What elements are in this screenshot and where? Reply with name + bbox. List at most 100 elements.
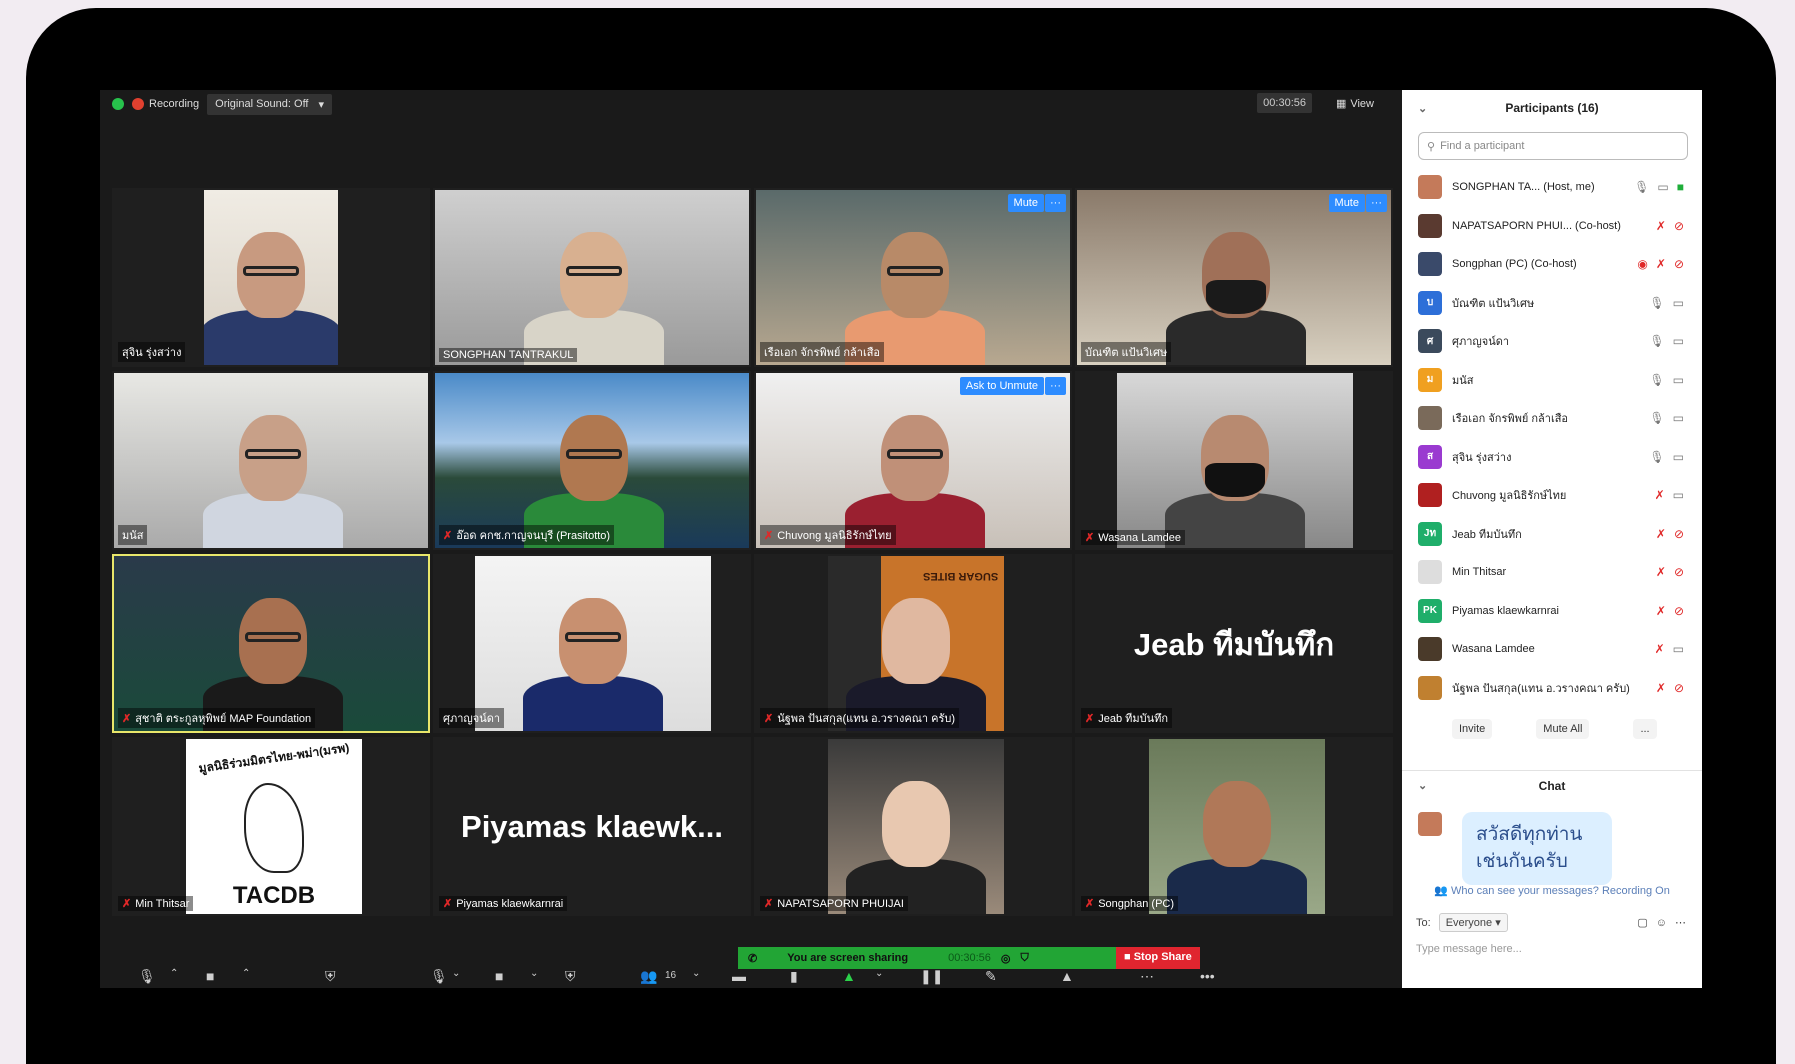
video-tile[interactable]: ✗ สุชาติ ตระกูลหุพิพย์ MAP Foundation: [112, 554, 430, 733]
chat-bubble: สวัสดีทุกท่าน เช่นกันครับ: [1462, 812, 1612, 886]
video-tile[interactable]: Jeab ทีมบันทึก ✗ Jeab ทีมบันทึก: [1075, 554, 1393, 733]
avatar: [1418, 812, 1442, 836]
video-tile[interactable]: ✗ อ๊อด คกช.กาญจนบุรี (Prasitotto): [433, 371, 751, 550]
participant-name: ศุภาญจน์ดา: [443, 713, 501, 725]
muted-mic-icon: ✗: [443, 898, 453, 910]
participant-row[interactable]: PK Piyamas klaewkarnrai ✗ ⊘: [1418, 592, 1702, 631]
more-icon[interactable]: •••: [1200, 968, 1215, 984]
video-tile[interactable]: SONGPHAN TANTRAKUL: [433, 188, 751, 367]
muted-mic-icon: ✗: [1655, 565, 1666, 580]
chat-recipient-row: To: Everyone ▾ ▢ ☺ ⋯: [1416, 913, 1686, 932]
share-screen-icon[interactable]: ▲: [842, 968, 856, 984]
meeting-toolbar: 🎙 ⌃ ■ ⌃ ⛨ 🎙 ⌄ ■ ⌄ ⛨ 👥 16 ⌄ ▬ ▮ ▲ ⌄ ❚❚ ✎ …: [100, 968, 1400, 988]
participant-row[interactable]: สสุจิน รุ่งสว่าง 🎙 ▭: [1418, 438, 1702, 477]
participant-name: NAPATSAPORN PHUIJAI: [777, 897, 904, 910]
muted-mic-icon: ✗: [1655, 603, 1666, 618]
video-tile[interactable]: SUGAR BITES ✗ นัฐพล ปันสกุล(แทน อ.วรางคณา …: [754, 554, 1072, 733]
more-button[interactable]: ...: [1633, 719, 1657, 739]
security-icon[interactable]: ⛨: [565, 968, 576, 985]
chevron-down-icon[interactable]: ⌄: [1418, 102, 1427, 115]
microphone-icon: 🎙: [1649, 334, 1665, 349]
polls-icon[interactable]: ▮: [790, 968, 798, 985]
chevron-up-icon[interactable]: ⌃: [170, 968, 178, 979]
emoji-icon[interactable]: ☺: [1656, 917, 1667, 929]
participant-status-icons: ✗ ⊘: [1656, 604, 1684, 618]
recipient-select[interactable]: Everyone ▾: [1438, 913, 1508, 932]
participant-row[interactable]: Min Thitsar ✗ ⊘: [1418, 553, 1702, 592]
participant-row[interactable]: Chuvong มูลนิธิรักษ์ไทย ✗ ▭: [1418, 476, 1702, 515]
participants-icon[interactable]: 👥: [640, 968, 657, 985]
security-icon[interactable]: ⛨: [325, 968, 336, 985]
mute-all-button[interactable]: Mute All: [1536, 719, 1590, 739]
shield-icon[interactable]: [112, 98, 124, 110]
more-icon[interactable]: ⋯: [1675, 916, 1686, 929]
video-camera-icon[interactable]: ■: [495, 968, 503, 984]
mute-button[interactable]: Mute: [1007, 194, 1044, 212]
video-tile[interactable]: Mute ··· เรือเอก จักรพิพย์ กล้าเสือ: [754, 188, 1072, 367]
chevron-down-icon[interactable]: ⌄: [875, 968, 883, 979]
glasses: [245, 632, 301, 642]
chevron-down-icon[interactable]: ⌄: [1418, 779, 1427, 792]
video-tile[interactable]: Mute ··· บัณฑิต แป้นวิเศษ: [1075, 188, 1393, 367]
participant-row[interactable]: มมนัส 🎙 ▭: [1418, 361, 1702, 400]
microphone-icon[interactable]: 🎙: [430, 968, 448, 985]
video-camera-icon: ▭: [1672, 411, 1684, 426]
video-tile[interactable]: Ask to Unmute ··· ✗ Chuvong มูลนิธิรักษ์ไทย: [754, 371, 1072, 550]
participant-name: Jeab ทีมบันทึก: [1098, 713, 1169, 725]
file-icon[interactable]: ▢: [1637, 916, 1647, 929]
shield-icon[interactable]: ⛉: [1021, 952, 1029, 965]
more-options-icon[interactable]: ⋯: [1140, 968, 1154, 985]
chevron-up-icon[interactable]: ⌃: [242, 968, 250, 979]
video-tile[interactable]: มูลนิธิร่วมมิตรไทย-พม่า(มรพ) TACDB ✗ Min Th…: [112, 737, 430, 916]
avatar: [1418, 213, 1442, 238]
remote-control-icon[interactable]: ▲: [1060, 968, 1074, 984]
screen-sharing-bar[interactable]: ✆ You are screen sharing 00:30:56 ◎ ⛉: [738, 947, 1116, 969]
participant-row[interactable]: เรือเอก จักรพิพย์ กล้าเสือ 🎙 ▭: [1418, 399, 1702, 438]
recording-indicator[interactable]: Recording: [132, 98, 199, 110]
participant-name-label: ✗ Jeab ทีมบันทึก: [1081, 708, 1173, 728]
pause-icon[interactable]: ◎: [1001, 952, 1011, 965]
participant-row[interactable]: ศศุภาญจน์ดา 🎙 ▭: [1418, 322, 1702, 361]
video-tile[interactable]: สุจิน รุ่งสว่าง: [112, 188, 430, 367]
more-icon[interactable]: ···: [1045, 377, 1066, 395]
participant-row[interactable]: SONGPHAN TA... (Host, me) 🎙 ▭ ■: [1418, 168, 1702, 207]
pause-share-icon[interactable]: ❚❚: [920, 968, 943, 985]
video-tile[interactable]: ✗ Wasana Lamdee: [1075, 371, 1393, 550]
chat-input[interactable]: Type message here...: [1416, 943, 1522, 955]
chat-icon[interactable]: ▬: [732, 968, 746, 984]
mute-button[interactable]: Mute: [1328, 194, 1365, 212]
participant-name-label: สุจิน รุ่งสว่าง: [118, 342, 186, 362]
video-tile[interactable]: มนัส: [112, 371, 430, 550]
meeting-topbar: Recording Original Sound: Off ▾ 00:30:56…: [100, 90, 1400, 118]
chevron-down-icon[interactable]: ⌄: [530, 968, 538, 979]
participant-row[interactable]: Wasana Lamdee ✗ ▭: [1418, 630, 1702, 669]
video-camera-icon[interactable]: ■: [206, 968, 214, 984]
avatar: [1418, 175, 1442, 200]
stop-share-button[interactable]: ■ Stop Share: [1116, 947, 1200, 969]
participant-status-icons: 🎙 ▭: [1649, 334, 1684, 348]
participant-row[interactable]: Jท Jeab ทีมบันทึก ✗ ⊘: [1418, 515, 1702, 554]
participant-row[interactable]: NAPATSAPORN PHUI... (Co-host) ✗ ⊘: [1418, 207, 1702, 246]
video-tile[interactable]: Piyamas klaewk... ✗ Piyamas klaewkarnrai: [433, 737, 751, 916]
video-tile[interactable]: ✗ NAPATSAPORN PHUIJAI: [754, 737, 1072, 916]
phone-icon: ✆: [748, 952, 758, 965]
original-sound-button[interactable]: Original Sound: Off ▾: [207, 93, 333, 115]
participant-search[interactable]: ⚲ Find a participant: [1418, 132, 1688, 160]
microphone-icon[interactable]: 🎙: [138, 968, 156, 985]
view-button[interactable]: ▦ View: [1330, 93, 1380, 114]
annotate-icon[interactable]: ✎: [985, 968, 997, 985]
more-icon[interactable]: ···: [1045, 194, 1066, 212]
chevron-down-icon[interactable]: ⌄: [692, 968, 700, 979]
ask-to-unmute-button[interactable]: Ask to Unmute: [959, 377, 1044, 395]
participant-name-label: ✗ Wasana Lamdee: [1081, 530, 1185, 545]
participant-row[interactable]: Songphan (PC) (Co-host) ◉ ✗ ⊘: [1418, 245, 1702, 284]
participant-row[interactable]: นัฐพล ปันสกุล(แทน อ.วรางคณา ครับ) ✗ ⊘: [1418, 669, 1702, 708]
video-tile[interactable]: ✗ Songphan (PC): [1075, 737, 1393, 916]
invite-button[interactable]: Invite: [1452, 719, 1493, 739]
chevron-down-icon[interactable]: ⌄: [452, 968, 460, 979]
video-tile[interactable]: ศุภาญจน์ดา: [433, 554, 751, 733]
more-icon[interactable]: ···: [1366, 194, 1387, 212]
person-body: [204, 310, 338, 365]
participant-row[interactable]: บบัณฑิต แป้นวิเศษ 🎙 ▭: [1418, 284, 1702, 323]
who-can-see-link[interactable]: 👥 Who can see your messages? Recording O…: [1402, 884, 1702, 897]
